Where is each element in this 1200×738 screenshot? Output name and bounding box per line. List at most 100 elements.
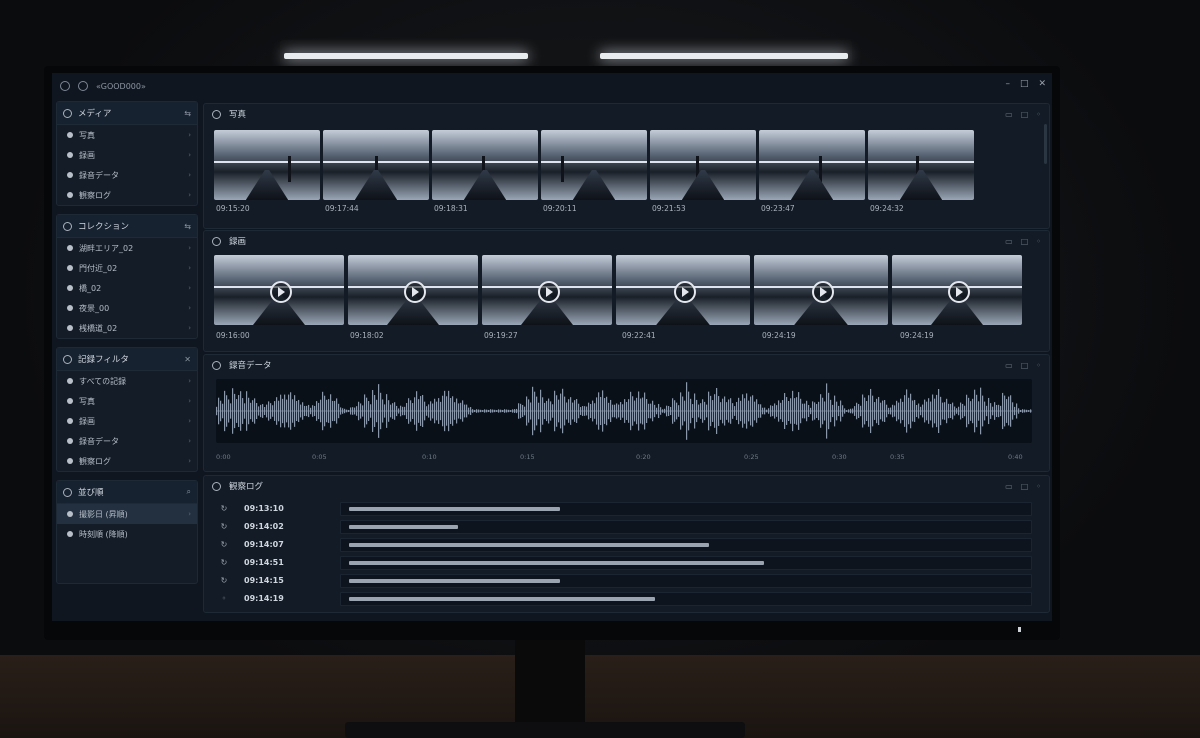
thumbnail-post [561,156,564,182]
play-icon[interactable] [538,281,560,303]
log-row[interactable]: ↻ 09:14:15 [220,572,1032,588]
minimize-icon[interactable]: ▭ [1005,237,1013,246]
sort-item[interactable]: 時刻順 (降順) [57,524,197,544]
waveform-bar [946,398,948,424]
close-icon[interactable]: ✕ [184,355,191,364]
photo-thumbnail[interactable] [214,130,320,200]
waveform-bar [576,399,578,423]
filter-item[interactable]: 録音データ › [57,431,197,451]
collection-item[interactable]: 桟橋道_02 › [57,318,197,338]
collection-item[interactable]: 門付近_02 › [57,258,197,278]
settings-icon[interactable]: ◦ [1036,237,1041,246]
play-icon[interactable] [270,281,292,303]
photo-thumbnail[interactable] [432,130,538,200]
filter-item[interactable]: 写真 › [57,391,197,411]
minimize-icon[interactable]: ▭ [1005,482,1013,491]
video-thumbnail[interactable] [892,255,1022,325]
settings-icon[interactable]: ◦ [1036,110,1041,119]
photo-thumbnail[interactable] [650,130,756,200]
log-row[interactable]: ↻ 09:14:07 [220,536,1032,552]
log-row[interactable]: ◦ 09:14:19 [220,590,1032,606]
video-thumbnail[interactable] [754,255,888,325]
collection-item[interactable]: 橋_02 › [57,278,197,298]
waveform-bar [366,397,368,425]
log-row[interactable]: ↻ 09:14:51 [220,554,1032,570]
waveform-bar [546,400,548,422]
expand-icon[interactable]: □ [1021,237,1029,246]
waveform-bar [426,406,428,416]
play-icon[interactable] [948,281,970,303]
waveform-bar [732,403,734,419]
photo-thumbnail[interactable] [868,130,974,200]
app-window: «GOOD000» – □ ✕ メディア ⇆ 写真 › 録画 › 録音データ › 観察ロ… [52,73,1052,621]
waveform-bar [866,401,868,421]
thumbnail-path [790,170,834,200]
play-icon[interactable] [674,281,696,303]
media-icon [63,108,72,118]
sort-item-selected[interactable]: 撮影日 (昇順) › [57,504,197,524]
waveform-bar [502,409,504,413]
waveform-bar [276,397,278,425]
video-thumbnail[interactable] [348,255,478,325]
log-bar [349,525,458,529]
waveform-bar [876,398,878,424]
swap-icon[interactable]: ⇆ [184,222,191,231]
play-icon[interactable] [812,281,834,303]
expand-icon[interactable]: □ [1021,482,1029,491]
log-time: 09:14:51 [244,557,284,567]
photo-thumbnail[interactable] [323,130,429,200]
sidebar-item-audio[interactable]: 録音データ › [57,165,197,185]
waveform[interactable] [216,379,1032,443]
log-row[interactable]: ↻ 09:13:10 [220,500,1032,516]
panel-header: 録音データ ▭ □ ◦ [204,355,1049,375]
video-thumbnail[interactable] [616,255,750,325]
waveform-bar [374,395,376,427]
filter-item[interactable]: 観察ログ › [57,451,197,471]
waveform-bar [644,392,646,430]
video-icon [212,236,221,246]
waveform-bar [404,406,406,416]
play-icon[interactable] [404,281,426,303]
filter-item[interactable]: すべての記録 › [57,371,197,391]
group-header[interactable]: メディア ⇆ [57,102,197,125]
minimize-icon[interactable]: ▭ [1005,110,1013,119]
close-button[interactable]: ✕ [1038,79,1046,89]
waveform-bar [694,393,696,429]
swap-icon[interactable]: ⇆ [184,109,191,118]
minimize-button[interactable]: – [1005,79,1010,89]
waveform-bar [496,410,498,412]
log-row[interactable]: ↻ 09:14:02 [220,518,1032,534]
sidebar-item-videos[interactable]: 録画 › [57,145,197,165]
waveform-bar [962,403,964,419]
maximize-button[interactable]: □ [1020,79,1029,89]
video-thumbnail[interactable] [482,255,612,325]
expand-icon[interactable]: □ [1021,110,1029,119]
photo-thumbnail[interactable] [541,130,647,200]
collection-item[interactable]: 湖畔エリア_02 › [57,238,197,258]
photo-thumbnail[interactable] [759,130,865,200]
video-thumbnail[interactable] [214,255,344,325]
waveform-bar [662,409,664,413]
waveform-bar [568,399,570,423]
collection-item[interactable]: 夜景_00 › [57,298,197,318]
sidebar-item-log[interactable]: 観察ログ › [57,185,197,205]
group-header[interactable]: 記録フィルタ ✕ [57,348,197,371]
group-header[interactable]: コレクション ⇆ [57,215,197,238]
group-header[interactable]: 並び順 ⌕ [57,481,197,504]
monitor-stand [515,640,585,725]
waveform-bar [718,396,720,426]
sidebar-item-photos[interactable]: 写真 › [57,125,197,145]
waveform-bar [582,406,584,416]
waveform-bar [588,402,590,420]
waveform-bar [466,404,468,418]
filter-item[interactable]: 録画 › [57,411,197,431]
photos-scrollbar[interactable] [1044,124,1047,164]
waveform-bar [614,404,616,418]
app-menu-icon[interactable] [60,81,70,91]
waveform-bar [308,404,310,418]
settings-icon[interactable]: ◦ [1036,361,1041,370]
search-icon[interactable]: ⌕ [187,487,191,497]
minimize-icon[interactable]: ▭ [1005,361,1013,370]
settings-icon[interactable]: ◦ [1036,482,1041,491]
expand-icon[interactable]: □ [1021,361,1029,370]
